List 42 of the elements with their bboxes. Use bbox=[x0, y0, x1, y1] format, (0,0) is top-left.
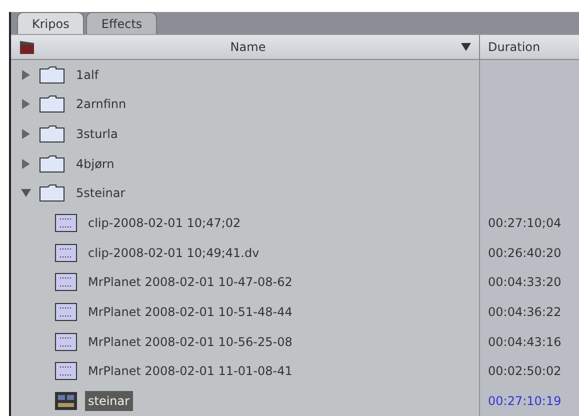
sort-triangle-icon[interactable] bbox=[461, 42, 471, 51]
column-title[interactable]: Duration bbox=[480, 40, 579, 54]
collapsed-triangle-icon[interactable] bbox=[21, 158, 31, 169]
folder-icon bbox=[39, 184, 65, 202]
clip-icon bbox=[55, 362, 77, 380]
item-name[interactable]: 2arnfinn bbox=[73, 94, 130, 114]
item-name[interactable]: MrPlanet 2008-02-01 10-47-08-62 bbox=[85, 272, 296, 292]
folder-icon bbox=[39, 66, 65, 84]
item-name[interactable]: 4bjørn bbox=[73, 154, 118, 174]
tab[interactable]: Kripos bbox=[17, 12, 84, 34]
item-name[interactable]: MrPlanet 2008-02-01 10-51-48-44 bbox=[85, 302, 296, 322]
item-name[interactable]: steinar bbox=[85, 391, 133, 412]
folder-icon bbox=[39, 154, 65, 173]
duration-text: 00:27:10;04 bbox=[488, 216, 562, 230]
item-name[interactable]: 5steinar bbox=[73, 183, 128, 204]
duration-text: 00:04:43:16 bbox=[488, 334, 562, 349]
clip-icon bbox=[55, 214, 77, 232]
tab[interactable]: Effects bbox=[86, 12, 158, 34]
item-name[interactable]: MrPlanet 2008-02-01 10-56-25-08 bbox=[85, 332, 296, 352]
clip-icon bbox=[55, 332, 77, 351]
clip-icon bbox=[55, 303, 77, 322]
clapperboard-icon bbox=[19, 40, 35, 54]
duration-text: 00:04:36:22 bbox=[488, 305, 562, 320]
item-name[interactable]: clip-2008-02-01 10;49;41.dv bbox=[85, 242, 262, 263]
duration-text: 00:26:40:20 bbox=[488, 246, 562, 260]
collapsed-triangle-icon[interactable] bbox=[21, 70, 31, 80]
clip-icon bbox=[55, 273, 77, 292]
expanded-triangle-icon[interactable] bbox=[21, 188, 31, 198]
item-name[interactable]: MrPlanet 2008-02-01 11-01-08-41 bbox=[85, 361, 296, 382]
duration-text: 00:02:50:02 bbox=[488, 364, 562, 378]
item-name[interactable]: clip-2008-02-01 10;47;02 bbox=[85, 213, 244, 234]
sequence-icon bbox=[55, 392, 77, 410]
duration-text: 00:27:10:19 bbox=[488, 394, 562, 408]
folder-icon bbox=[39, 124, 65, 143]
clip-icon bbox=[55, 244, 77, 262]
folder-icon bbox=[39, 95, 65, 114]
collapsed-triangle-icon[interactable] bbox=[21, 128, 31, 139]
duration-text: 00:04:33:20 bbox=[488, 275, 562, 290]
column-title[interactable]: Name bbox=[35, 40, 461, 54]
item-name[interactable]: 1alf bbox=[73, 64, 102, 85]
collapsed-triangle-icon[interactable] bbox=[21, 99, 31, 110]
item-name[interactable]: 3sturla bbox=[73, 124, 121, 144]
